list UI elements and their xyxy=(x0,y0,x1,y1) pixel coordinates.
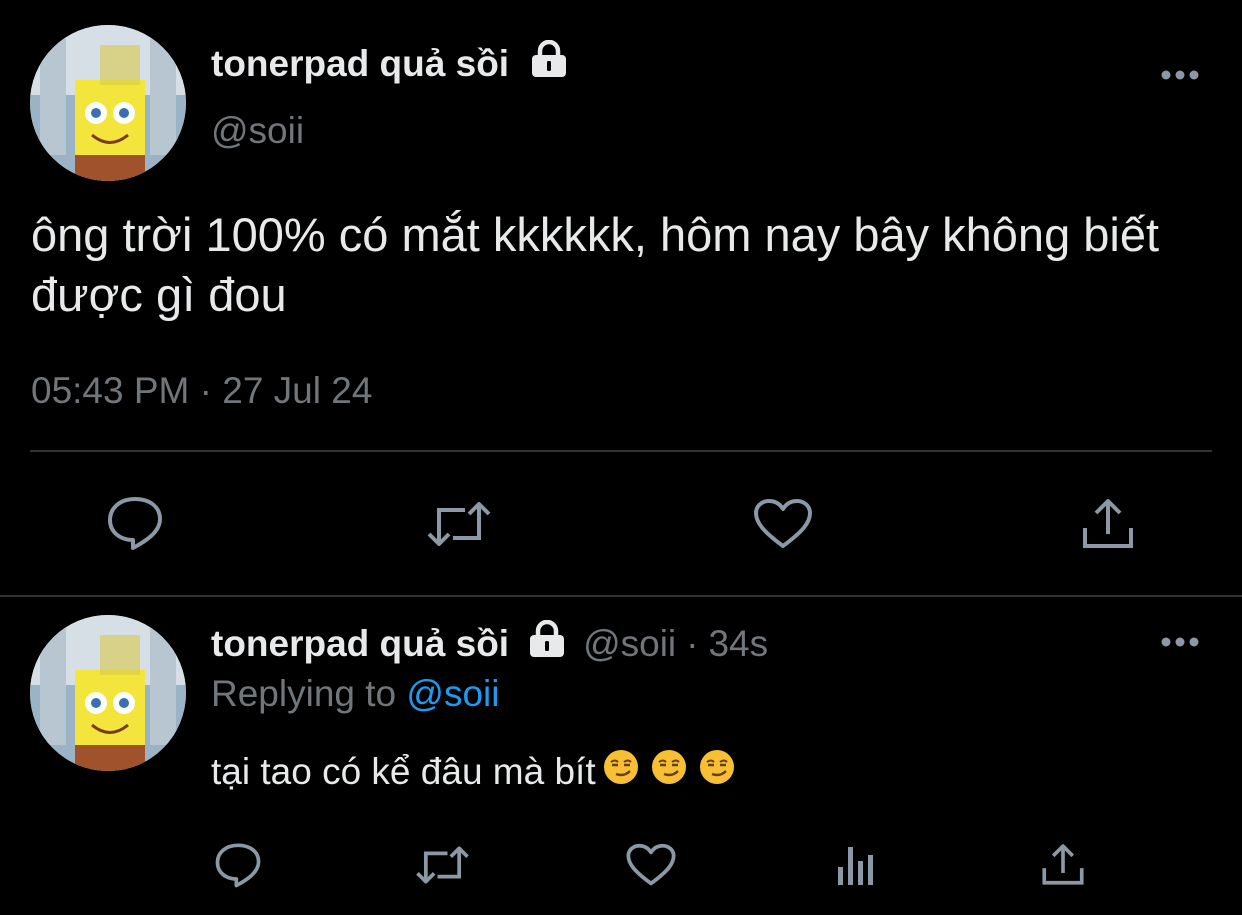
replying-to: Replying to @soii xyxy=(211,673,499,715)
display-name-text: tonerpad quả sồi xyxy=(211,42,510,84)
like-icon[interactable] xyxy=(625,843,677,892)
display-name[interactable]: tonerpad quả sồi xyxy=(211,623,509,665)
retweet-icon[interactable] xyxy=(425,500,493,553)
divider xyxy=(0,595,1242,597)
reply-icon[interactable] xyxy=(106,495,164,556)
more-icon[interactable] xyxy=(1160,635,1200,653)
replying-prefix: Replying to xyxy=(211,673,397,714)
handle[interactable]: @soii xyxy=(583,623,676,665)
handle[interactable]: @soii xyxy=(211,110,304,152)
more-icon[interactable] xyxy=(1160,68,1200,86)
avatar[interactable] xyxy=(30,25,186,181)
tweet-timestamp[interactable]: 34s xyxy=(708,623,768,665)
reply-header: tonerpad quả sồi @soii · 34s xyxy=(211,619,768,667)
lock-icon xyxy=(529,39,569,87)
tweet-timestamp[interactable]: 05:43 PM · 27 Jul 24 xyxy=(31,370,372,412)
tweet-text: ông trời 100% có mắt kkkkkk, hôm nay bây… xyxy=(31,208,1160,321)
reply-icon[interactable] xyxy=(214,842,262,893)
tweet-text: tại tao có kể đâu mà bít xyxy=(211,748,736,795)
smirk-emoji-icon xyxy=(650,748,688,795)
tweet-thread: tonerpad quả sồi @soii ông trời 100% có … xyxy=(0,0,1242,915)
like-icon[interactable] xyxy=(752,498,814,555)
analytics-icon[interactable] xyxy=(834,843,878,892)
retweet-icon[interactable] xyxy=(414,845,471,890)
divider xyxy=(30,450,1212,452)
smirk-emoji-icon xyxy=(602,748,640,795)
smirk-emoji-icon xyxy=(698,748,736,795)
share-icon[interactable] xyxy=(1080,496,1136,555)
share-icon[interactable] xyxy=(1040,842,1086,891)
lock-icon xyxy=(527,619,567,667)
separator: · xyxy=(686,622,699,664)
reply-text-body: tại tao có kể đâu mà bít xyxy=(211,750,596,792)
display-name[interactable]: tonerpad quả sồi xyxy=(211,39,569,87)
replying-handle-link[interactable]: @soii xyxy=(406,673,499,714)
avatar[interactable] xyxy=(30,615,186,771)
